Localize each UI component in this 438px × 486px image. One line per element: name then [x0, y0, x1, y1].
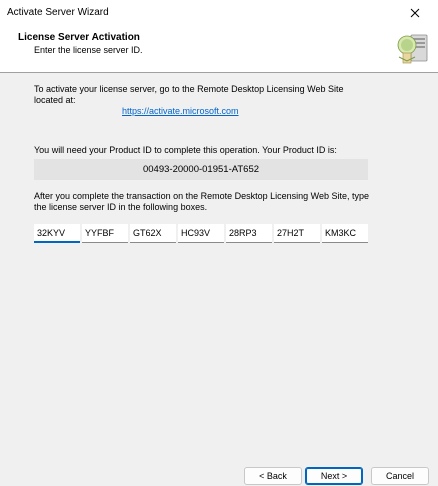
- server-id-field-5[interactable]: [226, 224, 272, 243]
- server-id-field-4[interactable]: [178, 224, 224, 243]
- window-title: Activate Server Wizard: [7, 7, 109, 18]
- server-id-field-6[interactable]: [274, 224, 320, 243]
- page-title: License Server Activation: [18, 32, 140, 43]
- server-id-field-1[interactable]: [34, 224, 80, 243]
- product-id-display: 00493-20000-01951-AT652: [34, 159, 368, 180]
- next-button[interactable]: Next >: [305, 467, 363, 485]
- server-id-fields: [34, 224, 370, 243]
- instruction-text: After you complete the transaction on th…: [34, 191, 370, 212]
- close-icon: [410, 8, 420, 17]
- server-id-field-2[interactable]: [82, 224, 128, 243]
- wizard-footer: < Back Next > Cancel: [0, 454, 438, 486]
- cancel-button[interactable]: Cancel: [371, 467, 429, 485]
- page-subtitle: Enter the license server ID.: [34, 45, 143, 55]
- title-bar: Activate Server Wizard: [0, 0, 438, 25]
- product-id-prompt: You will need your Product ID to complet…: [34, 145, 337, 155]
- wizard-body: To activate your license server, go to t…: [0, 74, 438, 454]
- back-button[interactable]: < Back: [244, 467, 302, 485]
- server-id-field-7[interactable]: [322, 224, 368, 243]
- close-button[interactable]: [392, 0, 438, 25]
- licensing-website-link[interactable]: https://activate.microsoft.com: [122, 106, 239, 116]
- intro-text: To activate your license server, go to t…: [34, 84, 344, 105]
- server-id-field-3[interactable]: [130, 224, 176, 243]
- wizard-header: License Server Activation Enter the lice…: [0, 25, 438, 73]
- license-server-icon: [397, 34, 428, 64]
